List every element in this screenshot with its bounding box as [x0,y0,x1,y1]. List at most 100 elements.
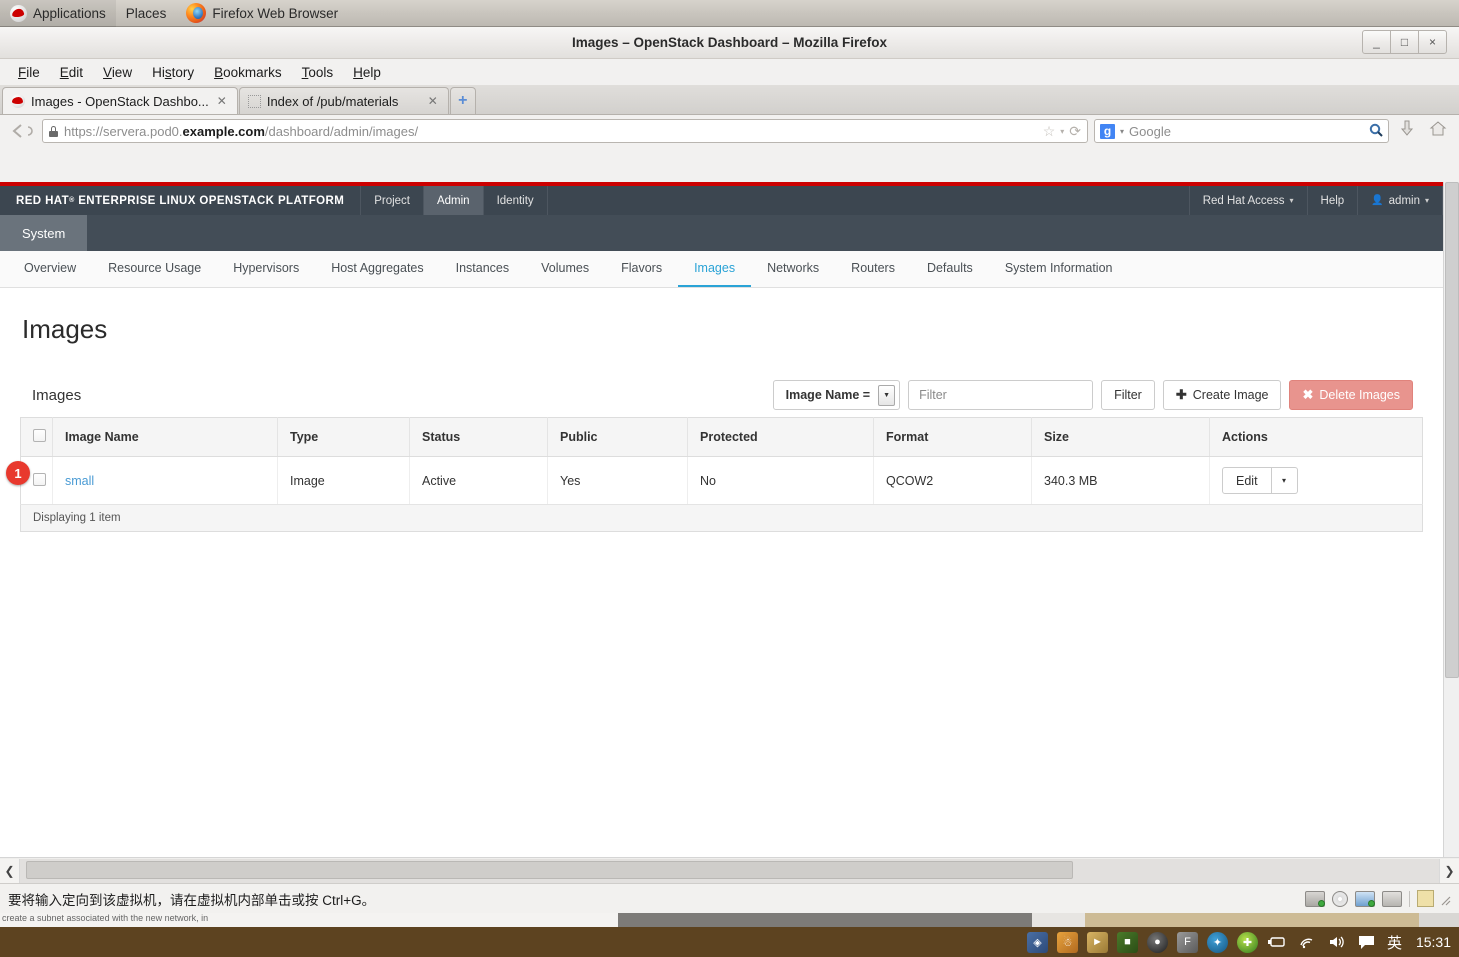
volume-icon[interactable] [1327,932,1348,953]
new-tab-button[interactable]: + [449,87,476,114]
vertical-scrollbar-thumb[interactable] [1445,182,1459,678]
plus-icon: + [458,92,468,109]
disc-burner-icon[interactable]: ● [1146,931,1168,953]
menu-help[interactable]: Help [343,63,391,82]
cell-format: QCOW2 [873,456,1032,505]
chat-icon[interactable] [1357,932,1378,953]
tab-close-icon[interactable]: ✕ [426,94,440,108]
network-icon[interactable] [1355,890,1375,907]
tab-images-openstack[interactable]: Images - OpenStack Dashbo... ✕ [2,87,238,114]
top-nav-identity[interactable]: Identity [482,186,548,215]
nav-user-admin[interactable]: 👤 admin ▾ [1357,186,1443,215]
applications-menu[interactable]: Applications [0,0,116,27]
page-horizontal-scrollbar[interactable]: ❮ ❯ [0,857,1459,883]
row-actions-dropdown-toggle[interactable]: ▾ [1271,467,1298,494]
ime-indicator[interactable]: 英 [1387,932,1402,953]
image-name-link[interactable]: small [65,474,94,488]
horizontal-scrollbar-thumb[interactable] [26,860,1073,879]
edit-button[interactable]: Edit [1222,467,1272,494]
url-bar[interactable]: https://servera.pod0.example.com/dashboa… [42,119,1088,143]
filter-input[interactable] [908,380,1094,410]
menu-file[interactable]: FFileile [8,63,50,82]
search-bar[interactable]: g ▾ Google [1094,119,1389,143]
menu-edit[interactable]: Edit [50,63,93,82]
delete-images-button[interactable]: ✖ Delete Images [1289,380,1413,410]
sub-nav-images[interactable]: Images [678,251,752,287]
top-nav-admin[interactable]: Admin [422,186,483,215]
nav-help[interactable]: Help [1306,186,1358,215]
horizontal-scrollbar-track[interactable] [20,858,1439,883]
tab-index-pub-materials[interactable]: Index of /pub/materials ✕ [238,87,449,114]
blank-favicon [247,94,261,108]
f-app-icon[interactable]: F [1176,931,1198,953]
table-row[interactable]: small Image Active Yes No QCOW2 340.3 MB [20,456,1423,505]
blue-app-icon[interactable]: ◈ [1026,931,1048,953]
sub-nav-system-information[interactable]: System Information [989,251,1129,287]
menu-view[interactable]: View [93,63,142,82]
resize-grip-icon[interactable] [1441,894,1451,905]
sub-nav-flavors[interactable]: Flavors [605,251,678,287]
bookmark-star-icon[interactable]: ☆ [1043,123,1056,140]
column-status[interactable]: Status [409,417,548,457]
places-menu[interactable]: Places [116,0,177,27]
back-arrow-icon[interactable] [8,119,36,143]
sub-nav-resource-usage[interactable]: Resource Usage [92,251,217,287]
column-size[interactable]: Size [1031,417,1210,457]
scroll-right-icon[interactable]: ❯ [1439,858,1459,883]
chevron-down-icon[interactable]: ▾ [1120,127,1124,136]
sub-nav-overview[interactable]: Overview [8,251,92,287]
menu-tools[interactable]: Tools [292,63,344,82]
disk-icon[interactable] [1305,890,1325,907]
sub-nav-host-aggregates[interactable]: Host Aggregates [315,251,439,287]
sub-nav-instances[interactable]: Instances [440,251,526,287]
nvidia-icon[interactable]: ■ [1116,931,1138,953]
close-button[interactable]: × [1418,30,1447,54]
wifi-icon[interactable] [1297,932,1318,953]
filter-button[interactable]: Filter [1101,380,1155,410]
create-image-button[interactable]: ✚ Create Image [1162,380,1282,410]
cdrom-icon[interactable] [1332,890,1348,907]
column-public[interactable]: Public [547,417,688,457]
search-input[interactable]: Google [1129,124,1364,139]
row-checkbox[interactable] [33,472,46,486]
battery-icon[interactable] [1267,932,1288,953]
tab-close-icon[interactable]: ✕ [215,94,229,108]
filter-field-select[interactable]: Image Name = ▼ [772,380,901,410]
nav-red-hat-access[interactable]: Red Hat Access ▾ [1188,186,1307,215]
file-share-icon[interactable]: ► [1086,931,1108,953]
home-icon[interactable] [1425,120,1451,142]
column-format[interactable]: Format [873,417,1032,457]
menu-bookmarks[interactable]: Bookmarks [204,63,292,82]
camera-icon[interactable] [1382,890,1402,907]
sub-nav-hypervisors[interactable]: Hypervisors [217,251,315,287]
downloads-icon[interactable] [1395,120,1419,142]
select-all-checkbox[interactable] [33,429,46,442]
scroll-left-icon[interactable]: ❮ [0,858,20,883]
nav-help-label: Help [1320,194,1345,207]
note-icon[interactable] [1417,890,1434,907]
update-icon[interactable]: ✚ [1236,931,1258,953]
crystal-icon[interactable]: ✦ [1206,931,1228,953]
column-protected[interactable]: Protected [687,417,874,457]
menu-history[interactable]: History [142,63,204,82]
qq-penguin-icon[interactable]: ☃ [1056,931,1078,953]
sub-nav-volumes[interactable]: Volumes [525,251,605,287]
page-vertical-scrollbar[interactable]: ▼ [1443,182,1459,883]
column-type[interactable]: Type [277,417,410,457]
clock[interactable]: 15:31 [1416,934,1451,950]
sub-nav-routers[interactable]: Routers [835,251,911,287]
cell-type: Image [277,456,410,505]
context-tab-system[interactable]: System [0,215,88,251]
maximize-button[interactable]: □ [1390,30,1419,54]
sub-nav-defaults[interactable]: Defaults [911,251,989,287]
chevron-down-icon[interactable]: ▾ [1060,127,1064,136]
plus-icon: ✚ [1175,387,1187,402]
top-nav-project[interactable]: Project [360,186,423,215]
reload-icon[interactable]: ⟳ [1069,123,1081,140]
places-menu-label: Places [125,5,167,21]
search-icon[interactable] [1369,123,1383,140]
sub-nav-networks[interactable]: Networks [751,251,835,287]
column-image-name[interactable]: Image Name [52,417,278,457]
minimize-button[interactable]: _ [1362,30,1391,54]
taskbar-window-firefox[interactable]: Firefox Web Browser [176,0,348,27]
